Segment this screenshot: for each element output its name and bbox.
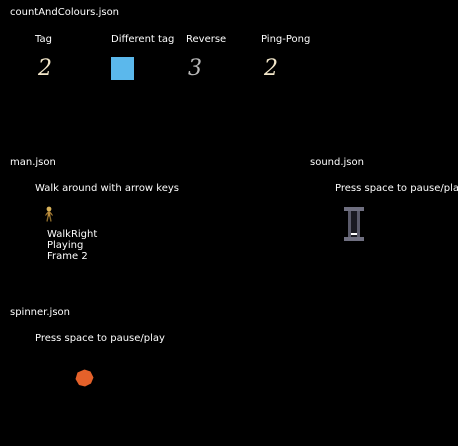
man-title: man.json (10, 157, 56, 168)
sound-instruction: Press space to pause/play (335, 183, 458, 194)
count-and-colours-title: countAndColours.json (10, 7, 120, 18)
reverse-digit-sprite: 3 (188, 57, 202, 79)
spinner-instruction: Press space to pause/play (35, 333, 165, 344)
man-instruction: Walk around with arrow keys (35, 183, 180, 194)
tag-digit-sprite: 2 (37, 57, 52, 79)
ping-pong-digit: 2 (263, 57, 278, 79)
reverse-label: Reverse (186, 34, 227, 45)
ping-pong-label: Ping-Pong (261, 34, 311, 45)
sound-title: sound.json (310, 157, 364, 168)
spinner-sprite (75, 369, 94, 387)
tag-digit: 2 (37, 57, 52, 79)
different-tag-label: Different tag (111, 34, 175, 45)
reverse-digit: 3 (188, 57, 202, 79)
spinner-title: spinner.json (10, 307, 70, 318)
different-tag-square (111, 57, 134, 80)
ping-pong-digit-sprite: 2 (263, 57, 278, 79)
walking-man-sprite (45, 206, 53, 222)
man-animation-frame: Frame 2 (47, 251, 88, 262)
tag-label: Tag (35, 34, 52, 45)
sound-level-sprite (344, 207, 364, 241)
